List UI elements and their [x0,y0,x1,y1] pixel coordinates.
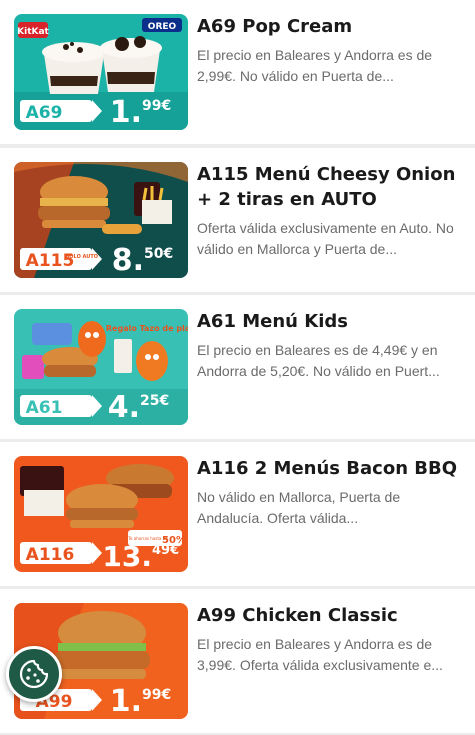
offer-card-a115[interactable]: A115 SOLO AUTO 8. 50€ A115 Menú Cheesy O… [0,148,475,292]
offer-description: Oferta válida exclusivamente en Auto. No… [197,220,454,257]
offer-image[interactable]: KitKat OREO A69 1. 99€ [14,14,188,130]
solo-auto-badge: SOLO AUTO [66,254,98,260]
offer-description: El precio en Baleares y Andorra es de 2,… [197,47,433,84]
offer-image[interactable]: Regalo Tazo de plastilina A61 4. 25€ [14,309,188,425]
price-cents: 49€ [152,543,179,558]
offer-card-a116[interactable]: Te ahorras hasta un 50% A116 13. 49€ A11… [0,442,475,586]
offer-image-art: A115 SOLO AUTO 8. 50€ [14,162,188,278]
offer-info: A115 Menú Cheesy Onion + 2 tiras en AUTO… [197,162,465,260]
offer-title[interactable]: A116 2 Menús Bacon BBQ [197,456,465,481]
offers-list: KitKat OREO A69 1. 99€ A69 Pop Cream El … [0,0,475,735]
offer-image-art: Te ahorras hasta un 50% A116 13. 49€ [14,456,188,572]
offer-info: A116 2 Menús Bacon BBQ No válido en Mall… [197,456,465,529]
offer-description: El precio en Baleares y Andorra es de 3,… [197,636,443,673]
offer-image[interactable]: Te ahorras hasta un 50% A116 13. 49€ [14,456,188,572]
offer-description: El precio en Baleares es de 4,49€ y en A… [197,342,440,379]
offer-code: A69 [26,103,63,123]
price-cents: 99€ [142,98,171,114]
brand-right-label: OREO [148,22,177,32]
offer-info: A99 Chicken Classic El precio en Baleare… [197,603,465,676]
price-main: 1. [110,684,142,719]
offer-description: No válido en Mallorca, Puerta de Andaluc… [197,489,401,526]
brand-left-label: KitKat [17,27,49,37]
price-main: 13. [102,540,152,572]
price-cents: 25€ [140,393,169,409]
offer-title[interactable]: A115 Menú Cheesy Onion + 2 tiras en AUTO [197,162,465,212]
offer-info: A61 Menú Kids El precio en Baleares es d… [197,309,465,382]
price-main: 8. [112,243,144,278]
price-cents: 99€ [142,687,171,703]
price-main: 1. [110,95,142,130]
offer-code: A61 [26,398,63,418]
offer-title[interactable]: A99 Chicken Classic [197,603,465,628]
offer-image-art: Regalo Tazo de plastilina A61 4. 25€ [14,309,188,425]
offer-card-a61[interactable]: Regalo Tazo de plastilina A61 4. 25€ A61… [0,295,475,439]
offer-info: A69 Pop Cream El precio en Baleares y An… [197,14,465,87]
cookie-settings-button[interactable] [6,646,62,702]
cookie-icon [19,659,49,689]
offer-card-a69[interactable]: KitKat OREO A69 1. 99€ A69 Pop Cream El … [0,0,475,144]
price-cents: 50€ [144,246,173,262]
offer-title[interactable]: A61 Menú Kids [197,309,465,334]
price-main: 4. [108,390,140,425]
offer-code: A116 [26,545,75,565]
offer-title[interactable]: A69 Pop Cream [197,14,465,39]
promo-text: Regalo Tazo de plastilina [106,324,188,333]
offer-image-art: KitKat OREO A69 1. 99€ [14,14,188,130]
offer-image[interactable]: A115 SOLO AUTO 8. 50€ [14,162,188,278]
offer-card-a99[interactable]: A99 1. 99€ A99 Chicken Classic El precio… [0,589,475,733]
